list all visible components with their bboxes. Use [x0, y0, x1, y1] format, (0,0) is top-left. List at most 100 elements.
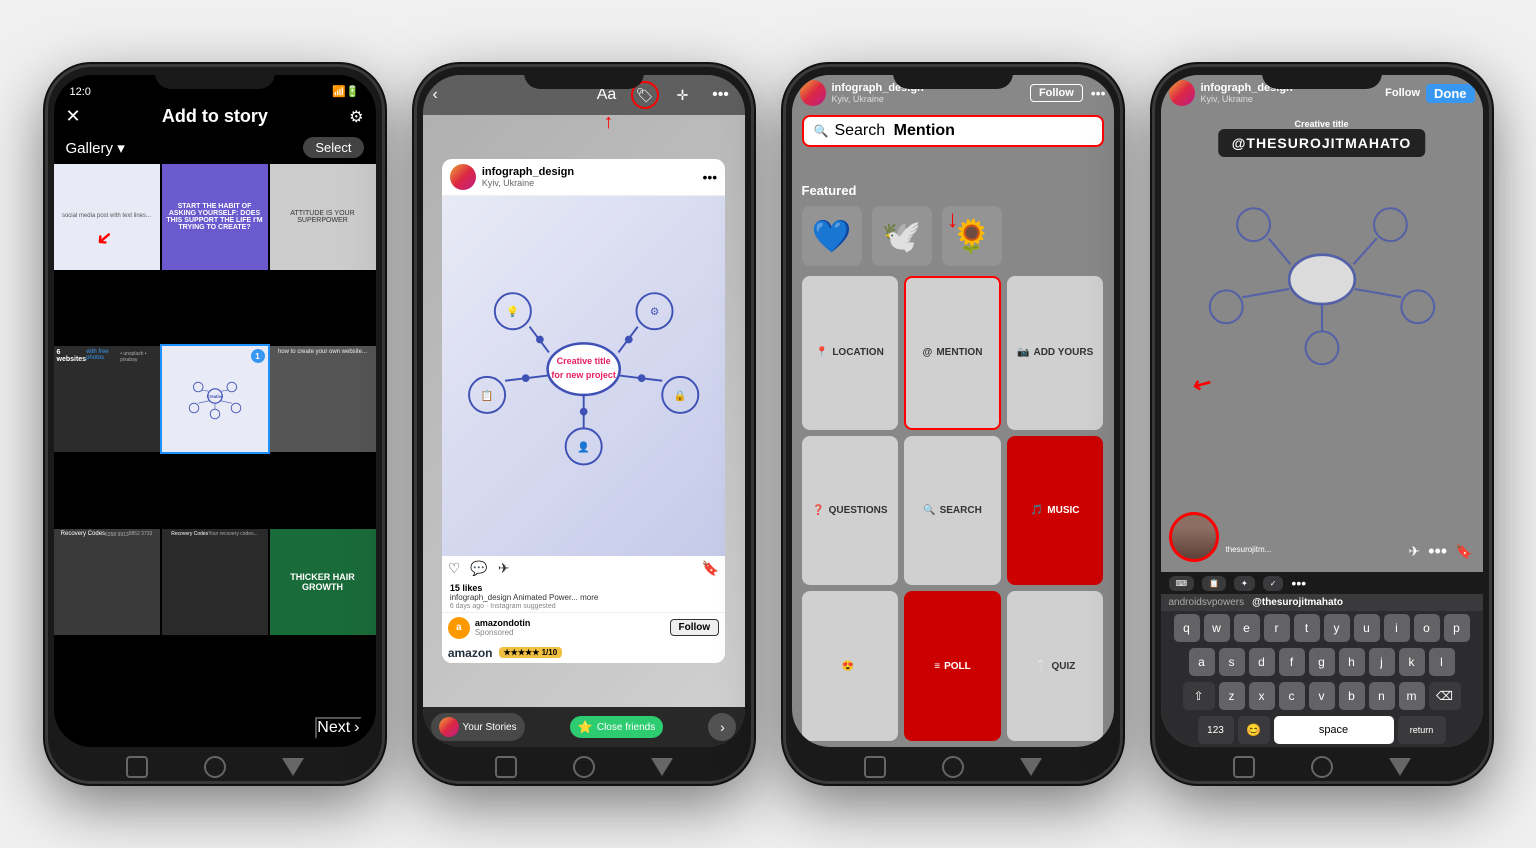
key-i[interactable]: i	[1384, 614, 1410, 642]
key-y[interactable]: y	[1324, 614, 1350, 642]
key-v[interactable]: v	[1309, 682, 1335, 710]
key-g[interactable]: g	[1309, 648, 1335, 676]
key-return[interactable]: return	[1398, 716, 1446, 744]
p4-icon-box-4[interactable]: ✓	[1263, 576, 1284, 591]
p1-close-icon[interactable]: ✕	[66, 106, 81, 127]
p4-key-row-1: q w e r t y u i o p	[1161, 611, 1483, 645]
p4-bookmark-icon[interactable]: 🔖	[1455, 543, 1472, 560]
p4-icon-box-2[interactable]: 📋	[1202, 576, 1226, 591]
p4-suggestion-row: androidsvpowers @thesurojitmahato	[1161, 594, 1483, 611]
p4-done-btn[interactable]: Done	[1426, 84, 1475, 103]
p2-post-header-left: infograph_design Kyiv, Ukraine	[450, 164, 574, 190]
p3-tag-addyours[interactable]: 📷 ADD YOURS	[1007, 276, 1104, 430]
p4-suggestion-2[interactable]: @thesurojitmahato	[1252, 597, 1343, 608]
p3-tag-poll[interactable]: ≡ POLL	[904, 591, 1001, 741]
p2-comment-icon[interactable]: 💬	[470, 560, 487, 577]
p4-dots-icon[interactable]: •••	[1428, 541, 1447, 562]
key-c[interactable]: c	[1279, 682, 1305, 710]
p3-tag-music[interactable]: 🎵 MUSIC	[1007, 436, 1104, 586]
p2-follow-btn[interactable]: Follow	[670, 619, 720, 636]
p2-more[interactable]: •••	[702, 169, 717, 185]
thumb-2[interactable]: START THE HABIT OF ASKING YOURSELF: DOES…	[162, 164, 268, 270]
key-t[interactable]: t	[1294, 614, 1320, 642]
p4-icon-box-3[interactable]: ✦	[1234, 576, 1255, 591]
svg-text:Creative: Creative	[206, 394, 223, 399]
key-a[interactable]: a	[1189, 648, 1215, 676]
p3-tag-quiz[interactable]: ❔ QUIZ	[1007, 591, 1104, 741]
p3-power	[1121, 207, 1123, 267]
thumb-3[interactable]: ATTITUDE IS YOUR SUPERPOWER	[270, 164, 376, 270]
key-p[interactable]: p	[1444, 614, 1470, 642]
key-m[interactable]: m	[1399, 682, 1425, 710]
p4-suggestion-1[interactable]: androidsvpowers	[1169, 597, 1245, 608]
key-z[interactable]: z	[1219, 682, 1245, 710]
p4-header-right: Follow Done	[1385, 84, 1474, 103]
key-l[interactable]: l	[1429, 648, 1455, 676]
key-r[interactable]: r	[1264, 614, 1290, 642]
key-b[interactable]: b	[1339, 682, 1365, 710]
key-o[interactable]: o	[1414, 614, 1440, 642]
key-w[interactable]: w	[1204, 614, 1230, 642]
thumb-1[interactable]: social media post with text lines...	[54, 164, 160, 270]
p2-ad-badge: ★★★★★ 1/10	[499, 647, 563, 658]
p1-settings-icon[interactable]: ⚙	[349, 107, 363, 127]
key-j[interactable]: j	[1369, 648, 1395, 676]
p3-tag-search[interactable]: 🔍 SEARCH	[904, 436, 1001, 586]
p2-post-preview: infograph_design Kyiv, Ukraine ••• Creat…	[442, 159, 725, 662]
p2-post-header: infograph_design Kyiv, Ukraine •••	[442, 159, 725, 196]
p2-your-stories-btn[interactable]: Your Stories	[431, 713, 525, 741]
thumb-8[interactable]: Recovery Codes Your recovery codes...	[162, 529, 268, 635]
p2-ad-row: amazon ★★★★★ 1/10	[442, 643, 725, 663]
p4-mention-box[interactable]: @THESUROJITMAHATO	[1218, 129, 1425, 157]
thumb-5-selected[interactable]: Creative 1	[162, 346, 268, 452]
p2-transform-icon[interactable]: ✛	[669, 81, 697, 109]
p3-tag-questions[interactable]: ❓ QUESTIONS	[802, 436, 899, 586]
key-shift[interactable]: ⇧	[1183, 682, 1215, 710]
p3-follow-btn[interactable]: Follow	[1030, 84, 1083, 102]
p1-next-btn[interactable]: Next ›	[315, 717, 361, 739]
p1-gallery-label[interactable]: Gallery ▾	[66, 139, 125, 157]
p2-more-icon[interactable]: •••	[707, 81, 735, 109]
p2-bookmark-icon[interactable]: 🔖	[702, 560, 719, 577]
key-n[interactable]: n	[1369, 682, 1395, 710]
p4-icon-box-1[interactable]: ⌨	[1169, 576, 1195, 591]
thumb-6[interactable]: how to create your own website...	[270, 346, 376, 452]
svg-text:💡: 💡	[506, 305, 519, 318]
p2-screen: ‹ Aa 🏷 ✛ ••• ↑	[423, 75, 745, 747]
key-emoji[interactable]: 😊	[1238, 716, 1270, 744]
p2-forward-btn[interactable]: ›	[708, 713, 736, 741]
key-e[interactable]: e	[1234, 614, 1260, 642]
p2-sponsor-info: a amazondotin Sponsored	[448, 617, 531, 639]
p4-follow-btn[interactable]: Follow	[1385, 87, 1420, 99]
p3-tag-emoji[interactable]: 😍	[802, 591, 899, 741]
p2-sponsored-label: Sponsored	[475, 628, 531, 637]
p3-tag-location[interactable]: 📍 LOCATION	[802, 276, 899, 430]
p3-tag-mention[interactable]: @ MENTION	[904, 276, 1001, 430]
p2-like-icon[interactable]: ♡	[448, 560, 461, 577]
key-x[interactable]: x	[1249, 682, 1275, 710]
key-space[interactable]: space	[1274, 716, 1394, 744]
p1-next-bar: Next ›	[54, 709, 376, 747]
key-d[interactable]: d	[1249, 648, 1275, 676]
key-backspace[interactable]: ⌫	[1429, 682, 1461, 710]
key-k[interactable]: k	[1399, 648, 1425, 676]
p4-icon-more[interactable]: •••	[1291, 575, 1306, 591]
p4-send-icon[interactable]: ✈	[1408, 543, 1420, 560]
p4-key-row-4: 123 😊 space return	[1161, 713, 1483, 747]
thumb-9[interactable]: THICKER HAIR GROWTH	[270, 529, 376, 635]
p2-share-icon[interactable]: ✈	[498, 560, 510, 577]
key-u[interactable]: u	[1354, 614, 1380, 642]
p3-more-icon[interactable]: •••	[1091, 85, 1106, 101]
key-123[interactable]: 123	[1198, 716, 1234, 744]
p2-back-btn[interactable]: ‹	[433, 86, 438, 104]
p1-select-btn[interactable]: Select	[303, 137, 363, 158]
thumb-4[interactable]: 6 websites with free photos • unsplash •…	[54, 346, 160, 452]
key-s[interactable]: s	[1219, 648, 1245, 676]
p3-search-bar[interactable]: 🔍 Search Mention	[802, 115, 1104, 147]
p2-close-friends-btn[interactable]: ⭐ Close friends	[570, 716, 663, 738]
thumb-7[interactable]: Recovery Codes 6358 9913 9852 3733	[54, 529, 160, 635]
key-f[interactable]: f	[1279, 648, 1305, 676]
p1-home-back	[282, 758, 304, 776]
key-q[interactable]: q	[1174, 614, 1200, 642]
key-h[interactable]: h	[1339, 648, 1365, 676]
